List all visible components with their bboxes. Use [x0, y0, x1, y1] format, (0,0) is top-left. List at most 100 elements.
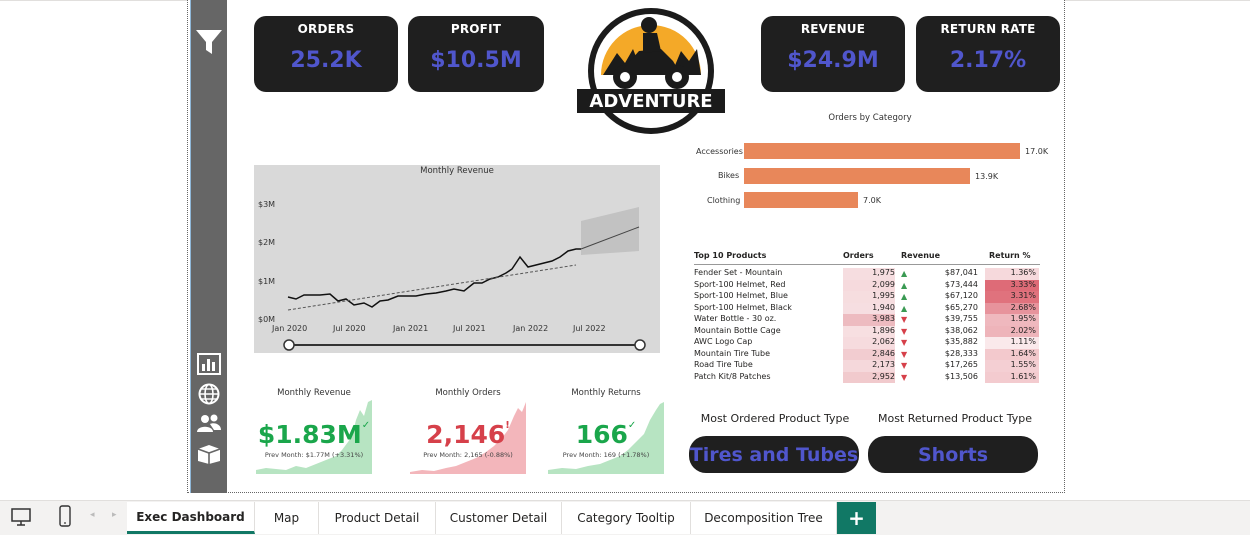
table-row[interactable]: Water Bottle - 30 oz. 3,983 ▼ $39,755 1.95%	[694, 314, 1040, 326]
globe-icon[interactable]	[194, 380, 224, 408]
revenue-value: $28,333	[944, 348, 978, 358]
page-tab[interactable]: Product Detail	[319, 502, 436, 534]
table-row[interactable]: Sport-100 Helmet, Blue 1,995 ▲ $67,120 3.31%	[694, 291, 1040, 303]
return-value: 3.33%	[1010, 279, 1036, 289]
revenue-value: $65,270	[944, 302, 978, 312]
kpi-value: 2.17%	[949, 48, 1027, 73]
table-row[interactable]: Mountain Bottle Cage 1,896 ▼ $38,062 2.02%	[694, 325, 1040, 337]
return-value: 1.55%	[1010, 360, 1036, 369]
product-name: Sport-100 Helmet, Red	[694, 279, 786, 289]
table-row[interactable]: Mountain Tire Tube 2,846 ▼ $28,333 1.64%	[694, 348, 1040, 360]
revenue-value: $38,062	[944, 325, 978, 335]
scroll-left-icon[interactable]: ◂	[90, 510, 95, 520]
kpi-label: REVENUE	[800, 22, 866, 36]
bar-value-label: 7.0K	[863, 196, 881, 205]
desktop-view-icon[interactable]	[10, 507, 32, 527]
return-value: 1.64%	[1010, 348, 1036, 358]
kpi-card-orders: ORDERS 25.2K	[254, 16, 398, 92]
product-name: Mountain Bottle Cage	[694, 325, 781, 335]
most-returned-label: Most Returned Product Type	[877, 412, 1033, 425]
mini-card-value: 166✓	[548, 420, 664, 449]
header-revenue: Revenue	[901, 251, 941, 260]
trend-up-icon: ▲	[901, 269, 908, 278]
kpi-label: PROFIT	[450, 22, 502, 36]
bar-chart-icon[interactable]	[194, 350, 224, 378]
alert-icon: !	[505, 420, 510, 431]
orders-value: 1,995	[872, 291, 895, 300]
orders-value: 2,062	[872, 337, 895, 346]
trend-up-icon: ▲	[901, 303, 908, 313]
navigation-sidebar	[190, 0, 227, 493]
orders-value: 2,846	[872, 348, 895, 358]
scroll-right-icon[interactable]: ▸	[112, 510, 117, 520]
table-row[interactable]: Patch Kit/8 Patches 2,952 ▼ $13,506 1.61%	[694, 371, 1040, 383]
return-value: 1.95%	[1010, 314, 1036, 323]
trend-down-icon: ▼	[901, 315, 908, 324]
table-header: Top 10 Products Orders Revenue Return %	[694, 250, 1040, 265]
mini-card-title: Monthly Returns	[571, 388, 641, 398]
kpi-card-profit: PROFIT $10.5M	[408, 16, 544, 92]
table-row[interactable]: AWC Logo Cap 2,062 ▼ $35,882 1.11%	[694, 337, 1040, 349]
product-name: Fender Set - Mountain	[694, 268, 783, 277]
trend-up-icon: ▲	[901, 280, 908, 290]
table-row[interactable]: Sport-100 Helmet, Black 1,940 ▲ $65,270 2.68…	[694, 302, 1040, 314]
orders-value: 2,952	[872, 371, 895, 381]
box-icon[interactable]	[194, 440, 224, 468]
mini-card-sub: Prev Month: $1.77M (+3.31%)	[264, 451, 364, 459]
page-tab[interactable]: Category Tooltip	[562, 502, 691, 534]
category-label: Bikes	[718, 171, 740, 180]
revenue-value: $39,755	[944, 314, 978, 323]
logo-slogan: SLOGAN GOES HERE	[623, 115, 680, 121]
check-icon: ✓	[361, 420, 371, 431]
orders-value: 1,975	[872, 268, 895, 277]
bar-value-label: 17.0K	[1025, 147, 1049, 156]
most-returned-value: Shorts	[868, 436, 1038, 473]
page-tab[interactable]: Exec Dashboard	[127, 502, 255, 534]
category-bar[interactable]	[744, 168, 970, 184]
customers-icon[interactable]	[194, 409, 224, 437]
kpi-value: $24.9M	[787, 48, 879, 73]
trend-down-icon: ▼	[901, 338, 908, 347]
category-bar[interactable]	[744, 143, 1020, 159]
product-name: Road Tire Tube	[694, 360, 753, 369]
trend-down-icon: ▼	[901, 326, 908, 336]
logo-text: ADVENTURE	[589, 91, 712, 112]
mobile-view-icon[interactable]	[58, 505, 72, 527]
category-label: Accessories	[696, 147, 743, 156]
header-products: Top 10 Products	[694, 251, 767, 260]
trend-down-icon: ▼	[901, 349, 908, 359]
revenue-value: $35,882	[944, 337, 978, 346]
page-tab[interactable]: Decomposition Tree	[691, 502, 837, 534]
kpi-value: $10.5M	[430, 48, 522, 73]
product-name: AWC Logo Cap	[694, 337, 753, 346]
page-tab[interactable]: Customer Detail	[436, 502, 562, 534]
revenue-value: $13,506	[944, 371, 978, 381]
filter-icon[interactable]	[194, 28, 224, 56]
kpi-card-return-rate: RETURN RATE 2.17%	[916, 16, 1060, 92]
revenue-line-plot	[283, 207, 646, 351]
check-icon: ✓	[627, 420, 637, 431]
add-page-button[interactable]: +	[837, 502, 876, 534]
product-name: Patch Kit/8 Patches	[694, 371, 771, 381]
table-row[interactable]: Road Tire Tube 2,173 ▼ $17,265 1.55%	[694, 360, 1040, 372]
product-name: Sport-100 Helmet, Black	[694, 302, 792, 312]
category-label: Clothing	[707, 196, 741, 205]
kpi-label: RETURN RATE	[940, 22, 1036, 36]
bar-value-label: 13.9K	[975, 172, 999, 181]
trend-down-icon: ▼	[901, 361, 908, 370]
trend-up-icon: ▲	[901, 292, 908, 301]
chart-title: Orders by Category	[828, 113, 912, 123]
category-bar[interactable]	[744, 192, 858, 208]
page-tab[interactable]: Map	[255, 502, 319, 534]
table-row[interactable]: Sport-100 Helmet, Red 2,099 ▲ $73,444 3.33%	[694, 279, 1040, 291]
return-value: 3.31%	[1010, 291, 1036, 300]
orders-value: 1,896	[872, 325, 895, 335]
table-row[interactable]: Fender Set - Mountain 1,975 ▲ $87,041 1.36%	[694, 268, 1040, 280]
mini-card-sub: Prev Month: 2,165 (-0.88%)	[423, 451, 513, 459]
mini-card-title: Monthly Orders	[435, 388, 501, 398]
orders-value: 1,940	[872, 302, 895, 312]
kpi-label: ORDERS	[297, 22, 355, 36]
kpi-value: 25.2K	[290, 48, 362, 73]
revenue-value: $87,041	[944, 268, 978, 277]
mini-value: 166	[575, 420, 628, 449]
